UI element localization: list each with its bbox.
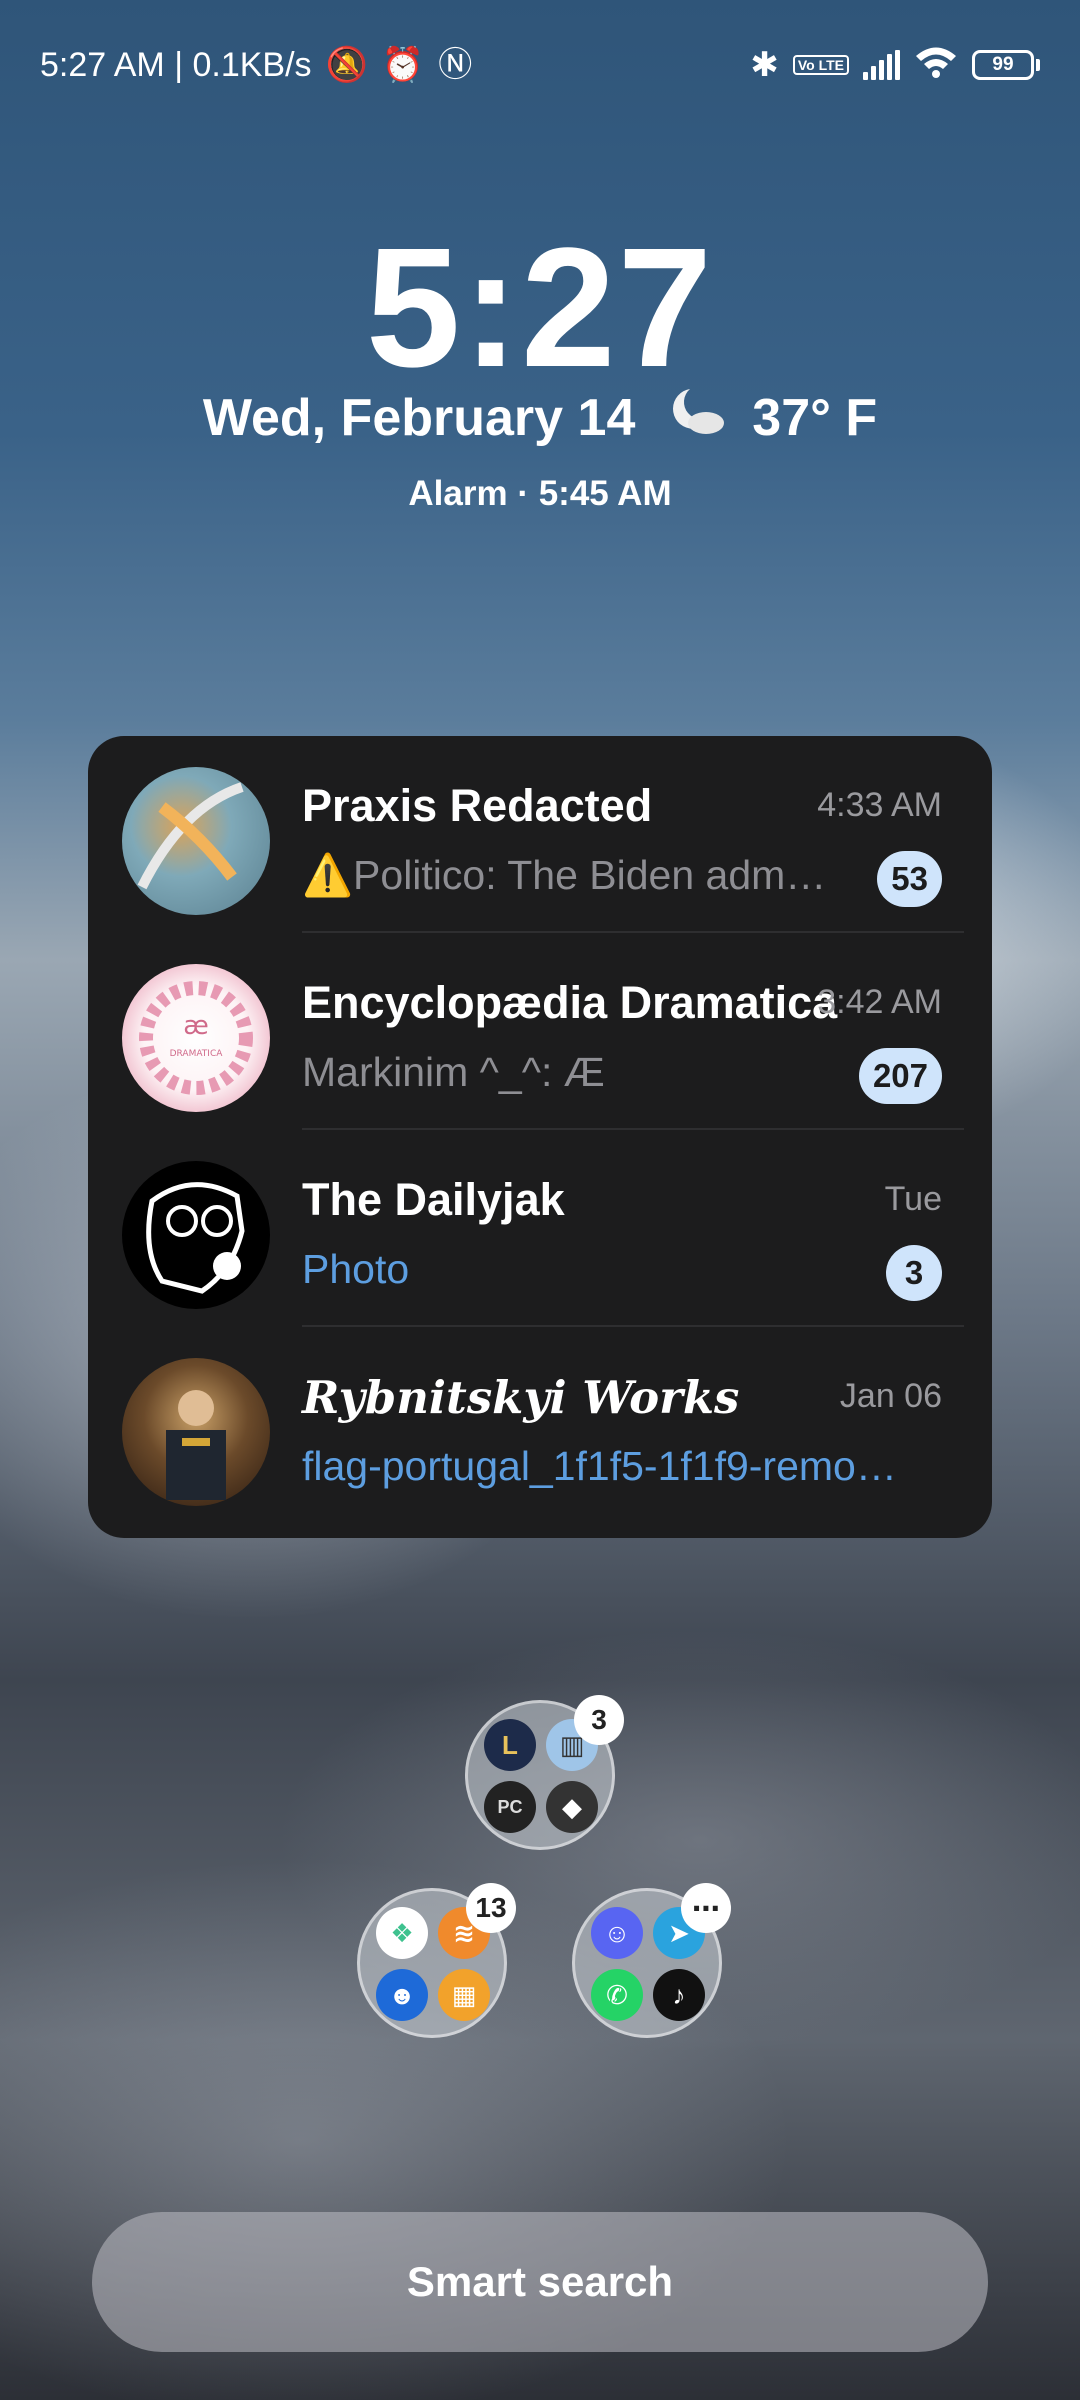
tiktok-icon: ♪ [653,1969,705,2021]
bluetooth-icon: ✱ [750,46,779,84]
svg-text:DRAMATICA: DRAMATICA [170,1049,224,1059]
discord-icon: ☺ [591,1907,643,1959]
temperature: 37° F [752,389,878,447]
app-icon: ☻ [376,1969,428,2021]
smart-search-label: Smart search [406,2258,674,2305]
status-text: 5:27 AM | 0.1KB/s [40,45,312,84]
chat-time: 3:42 AM [817,983,942,1021]
battery-level: 99 [972,50,1034,80]
signal-icon [863,50,900,80]
whatsapp-icon: ✆ [591,1969,643,2021]
alarm-icon: ⏰ [381,46,425,84]
app-icon: L [484,1719,536,1771]
app-folder-right[interactable]: ☺ ➤ ✆ ♪ ⋯ [572,1883,731,2038]
lockscreen-clock: 5:27 [365,213,715,403]
chat-preview: flag-portugal_1f1f5-1f1f9-remo… [302,1443,897,1489]
app-icon: ◆ [546,1781,598,1833]
svg-text:æ: æ [183,1011,209,1041]
mute-icon: 🔕 [325,46,368,84]
app-icon: PC [484,1781,536,1833]
folder-badge: 13 [466,1883,516,1933]
app-icon: ❖ [376,1907,428,1959]
wifi-icon [914,45,958,85]
unread-badge: 53 [877,851,942,907]
chat-time: 4:33 AM [817,786,942,824]
chat-avatar: æ DRAMATICA [122,964,270,1112]
chat-preview: ⚠️Politico: The Biden adm… [302,852,827,898]
chat-avatar [122,767,270,915]
chat-avatar [122,1358,270,1506]
chat-time: Tue [884,1180,942,1218]
chat-preview: Markinim ^_^: Æ [302,1049,605,1095]
more-badge: ⋯ [681,1883,731,1933]
chat-row[interactable]: Praxis Redacted 4:33 AM ⚠️Politico: The … [88,736,992,933]
app-folder-top[interactable]: L ▥ PC ◆ 3 [465,1695,624,1850]
unread-badge: 207 [858,1048,942,1104]
chat-row[interactable]: Rybnitskyi Works Jan 06 flag-portugal_1f… [88,1327,992,1524]
app-folder-left[interactable]: ❖ ≋ ☻ ▦ 13 [357,1883,516,2038]
chat-time: Jan 06 [839,1377,942,1415]
volte-icon: Vo LTE [792,55,849,75]
next-alarm: Alarm · 5:45 AM [408,474,672,513]
chat-preview: Photo [302,1246,410,1292]
status-bar: 5:27 AM | 0.1KB/s 🔕 ⏰ Ⓝ ✱ Vo LTE 99 [40,40,1040,90]
chat-row[interactable]: The Dailyjak Tue Photo 3 [88,1130,992,1327]
app-icon: ▦ [438,1969,490,2021]
chat-name: Rybnitskyi Works [302,1371,740,1424]
chat-name: The Dailyjak [302,1174,565,1225]
chat-avatar [122,1161,270,1309]
chat-widget: Praxis Redacted 4:33 AM ⚠️Politico: The … [88,736,992,1538]
chat-row[interactable]: æ DRAMATICA Encyclopædia Dramatica 3:42 A… [88,933,992,1130]
date-text: Wed, February 14 [202,389,636,447]
nfc-icon: Ⓝ [438,46,473,84]
unread-badge: 3 [886,1245,942,1301]
moon-cloud-icon [668,385,726,448]
chat-name: Praxis Redacted [302,780,653,831]
folder-badge: 3 [574,1695,624,1745]
smart-search-button[interactable]: Smart search [92,2212,988,2352]
battery-icon: 99 [972,50,1040,80]
date-weather: Wed, February 14 37° F [0,385,1080,448]
chat-name: Encyclopædia Dramatica [302,977,838,1028]
